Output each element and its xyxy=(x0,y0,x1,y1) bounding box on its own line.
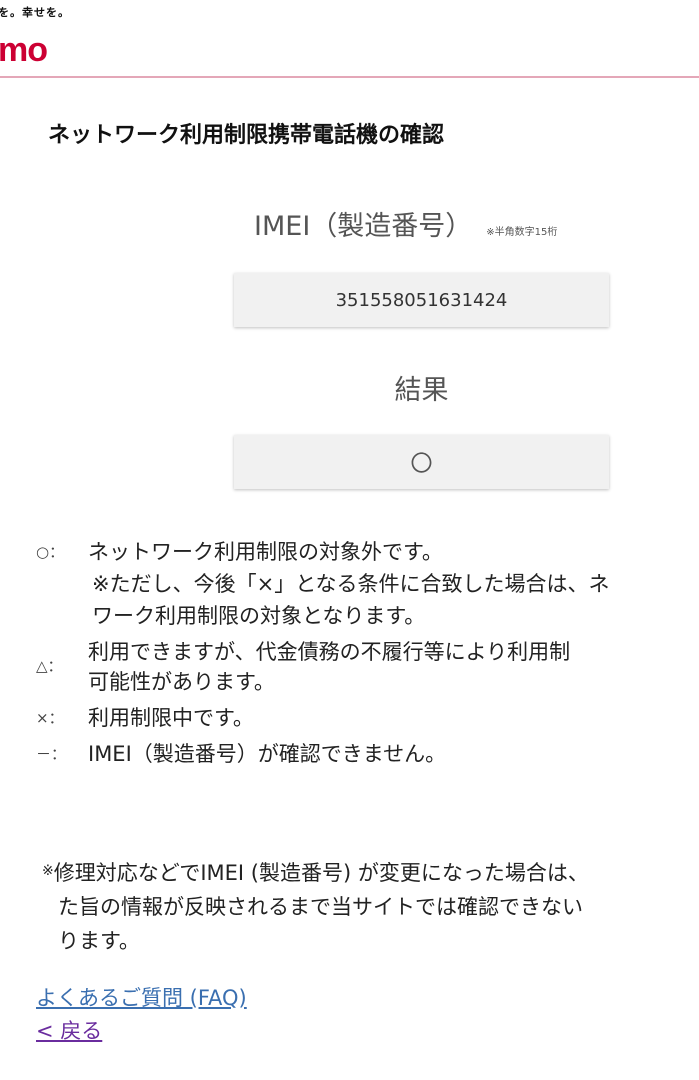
legend-text-block: 利用できますが、代金債務の不履行等により利用制 可能性があります。 xyxy=(88,636,570,698)
footnote-mark: ※ xyxy=(42,863,54,879)
imei-change-footnote: ※修理対応などでIMEI (製造番号) が変更になった場合は、 た旨の情報が反映… xyxy=(42,856,699,958)
footnote-line: た旨の情報が反映されるまで当サイトでは確認できない xyxy=(58,895,583,919)
dash-symbol: －： xyxy=(36,745,67,763)
footnote-text: 修理対応などでIMEI (製造番号) が変更になった場合は、 xyxy=(53,861,589,885)
imei-heading: IMEI（製造番号） ※半角数字15桁 xyxy=(254,204,557,243)
circle-symbol: ○： xyxy=(36,543,65,561)
legend-text: IMEI（製造番号）が確認できません。 xyxy=(88,742,447,766)
triangle-symbol: △： xyxy=(36,657,63,675)
imei-label: IMEI（製造番号） xyxy=(254,211,473,242)
legend-note: ワーク利用制限の対象となります。 xyxy=(92,604,426,628)
site-header: を。幸せを。 mo xyxy=(0,0,699,78)
legend-item-triangle: △： 利用できますが、代金債務の不履行等により利用制 可能性があります。 xyxy=(36,636,699,698)
legend-text: 利用制限中です。 xyxy=(88,706,254,730)
result-legend: ○： ネットワーク利用制限の対象外です。 ※ただし、今後「×」となる条件に合致し… xyxy=(36,536,699,770)
footnote-line: ります。 xyxy=(58,929,140,953)
legend-text: 可能性があります。 xyxy=(88,670,275,694)
legend-item-dash: －： IMEI（製造番号）が確認できません。 xyxy=(36,738,699,770)
footnote-line: ※修理対応などでIMEI (製造番号) が変更になった場合は、 xyxy=(42,856,699,890)
legend-item-cross: ×： 利用制限中です。 xyxy=(36,702,699,734)
legend-text: ネットワーク利用制限の対象外です。 xyxy=(88,540,443,564)
legend-item-circle: ○： ネットワーク利用制限の対象外です。 xyxy=(36,536,699,568)
result-heading: 結果 xyxy=(394,375,449,406)
back-link[interactable]: < 戻る xyxy=(36,1015,102,1045)
imei-value-box: 351558051631424 xyxy=(234,273,609,327)
faq-link[interactable]: よくあるご質問 (FAQ) xyxy=(36,982,247,1012)
legend-note: ※ただし、今後「×」となる条件に合致した場合は、ネ xyxy=(92,572,610,596)
docomo-logo[interactable]: mo xyxy=(0,30,48,70)
tagline: を。幸せを。 xyxy=(0,6,70,19)
page-title: ネットワーク利用制限携帯電話機の確認 xyxy=(48,123,445,148)
legend-text: 利用できますが、代金債務の不履行等により利用制 xyxy=(88,640,571,664)
result-value-box: 〇 xyxy=(234,435,609,489)
cross-symbol: ×： xyxy=(36,709,64,727)
imei-note: ※半角数字15桁 xyxy=(486,227,558,238)
